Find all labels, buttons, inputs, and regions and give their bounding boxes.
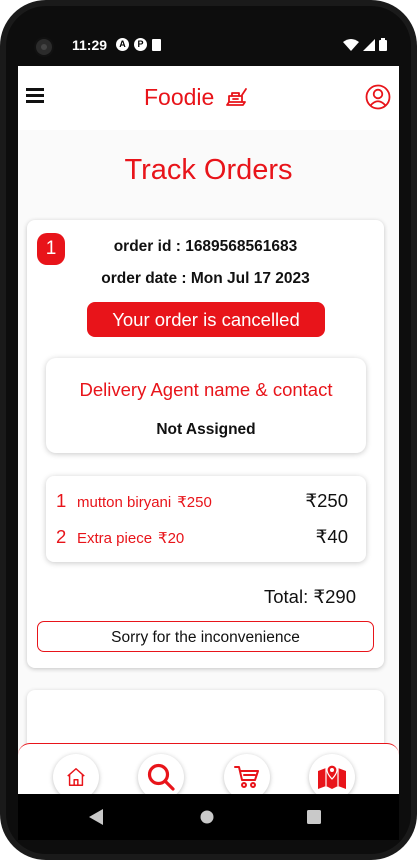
notification-p-icon: P	[134, 38, 147, 51]
map-icon	[318, 764, 346, 789]
item-name-wrap: mutton biryani ₹250	[77, 493, 212, 511]
status-notification-icons: A P	[116, 38, 161, 51]
home-circle-icon[interactable]	[200, 810, 214, 824]
signal-icon	[363, 38, 375, 51]
search-icon	[147, 763, 175, 791]
item-unit-price: ₹20	[158, 530, 185, 547]
order-items-list: 1 mutton biryani ₹250 ₹250 2 Extra piece ₹…	[46, 476, 366, 562]
sd-card-icon	[152, 38, 161, 51]
order-status-badge: Your order is cancelled	[87, 302, 325, 337]
order-card: 1 order id : 1689568561683 order date : …	[27, 220, 384, 668]
delivery-agent-status: Not Assigned	[156, 421, 256, 438]
nav-home-button[interactable]	[53, 754, 99, 794]
nav-cart-button[interactable]	[224, 754, 270, 794]
bottom-nav	[18, 743, 399, 794]
order-date: order date : Mon Jul 17 2023	[101, 270, 310, 287]
battery-icon	[379, 38, 387, 51]
list-item: 1 mutton biryani ₹250 ₹250	[46, 490, 366, 520]
brand[interactable]: Foodie	[144, 84, 248, 111]
delivery-agent-title: Delivery Agent name & contact	[79, 379, 333, 400]
order-total: Total: ₹290	[264, 586, 356, 607]
notification-a-icon: A	[116, 38, 129, 51]
item-name: mutton biryani	[77, 494, 172, 511]
wifi-icon	[343, 38, 359, 51]
delivery-agent-box: Delivery Agent name & contact Not Assign…	[46, 358, 366, 453]
page-title: Track Orders	[124, 154, 293, 186]
food-tray-icon	[226, 87, 248, 106]
list-item: 2 Extra piece ₹20 ₹40	[46, 526, 366, 556]
item-line-total: ₹40	[315, 526, 348, 547]
item-name: Extra piece	[77, 530, 153, 547]
nav-search-button[interactable]	[138, 754, 184, 794]
app-bar: Foodie	[18, 66, 399, 130]
item-unit-price: ₹250	[177, 494, 212, 511]
status-bar: 11:29 A P	[18, 26, 399, 66]
order-id: order id : 1689568561683	[113, 238, 298, 255]
home-icon	[67, 768, 85, 786]
item-index: 1	[56, 490, 67, 511]
profile-icon[interactable]	[365, 84, 391, 110]
cart-icon	[234, 766, 259, 788]
brand-name: Foodie	[144, 84, 215, 110]
status-system-icons	[343, 38, 387, 51]
recents-icon[interactable]	[307, 810, 321, 824]
status-time: 11:29	[72, 37, 108, 53]
system-nav-bar	[18, 794, 399, 840]
back-icon[interactable]	[89, 809, 103, 825]
item-line-total: ₹250	[305, 490, 348, 511]
app-screen: Foodie Track Orders 1 order id : 1689568…	[18, 66, 399, 794]
nav-map-button[interactable]	[309, 754, 355, 794]
sorry-message-button[interactable]: Sorry for the inconvenience	[37, 621, 374, 652]
item-index: 2	[56, 526, 67, 547]
item-name-wrap: Extra piece ₹20	[77, 529, 184, 547]
hamburger-menu-icon[interactable]	[26, 88, 44, 103]
